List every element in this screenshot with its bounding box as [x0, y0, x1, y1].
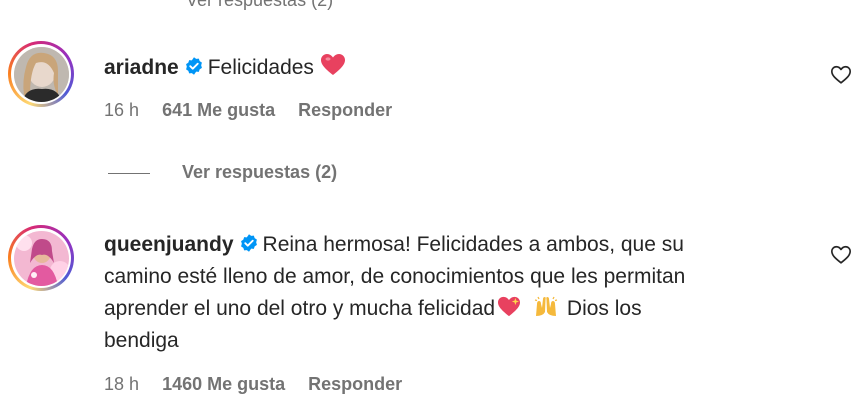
avatar-ariadne[interactable]	[8, 41, 74, 107]
avatar-photo	[13, 46, 69, 102]
raising-hands-emoji-icon	[534, 296, 558, 316]
view-replies-link-top[interactable]: Ver respuestas (2)	[186, 0, 333, 11]
verified-badge-icon	[240, 234, 257, 252]
like-heart-icon[interactable]	[830, 244, 852, 266]
comment-text-line: camino esté lleno de amor, de conocimien…	[104, 265, 686, 288]
like-heart-icon[interactable]	[830, 64, 852, 86]
reply-button[interactable]: Responder	[308, 374, 402, 394]
comment-text-block: queenjuandy Reina hermosa! Felicidades a …	[104, 229, 824, 357]
comment-time: 16 h	[104, 100, 140, 120]
reply-button[interactable]: Responder	[298, 100, 392, 120]
comment-text: Felicidades	[207, 56, 314, 79]
likes-count[interactable]: 1460 Me gusta	[162, 374, 285, 394]
replies-divider	[108, 172, 150, 174]
avatar-queenjuandy[interactable]	[8, 225, 74, 291]
username[interactable]: ariadne	[104, 56, 179, 79]
avatar-photo	[13, 230, 69, 286]
comment-meta: 18 h 1460 Me gusta Responder	[104, 374, 420, 395]
heart-emoji-icon	[320, 54, 345, 75]
view-replies-row: Ver respuestas (2)	[108, 162, 337, 183]
view-replies-link[interactable]: Ver respuestas (2)	[182, 162, 337, 182]
comment-text-line: aprender el uno del otro y mucha felicid…	[104, 297, 496, 320]
comment-text-line: Reina hermosa! Felicidades a ambos, que …	[262, 233, 684, 256]
likes-count[interactable]: 641 Me gusta	[162, 100, 275, 120]
comment-text-line: bendiga	[104, 329, 179, 352]
username[interactable]: queenjuandy	[104, 233, 234, 256]
comment-text-row: ariadne Felicidades	[104, 52, 346, 84]
comment-meta: 16 h 641 Me gusta Responder	[104, 100, 410, 121]
comment-time: 18 h	[104, 374, 140, 394]
verified-badge-icon	[185, 57, 202, 75]
comment-text-line: Dios los	[566, 297, 642, 320]
sparkling-heart-emoji-icon	[498, 296, 521, 317]
